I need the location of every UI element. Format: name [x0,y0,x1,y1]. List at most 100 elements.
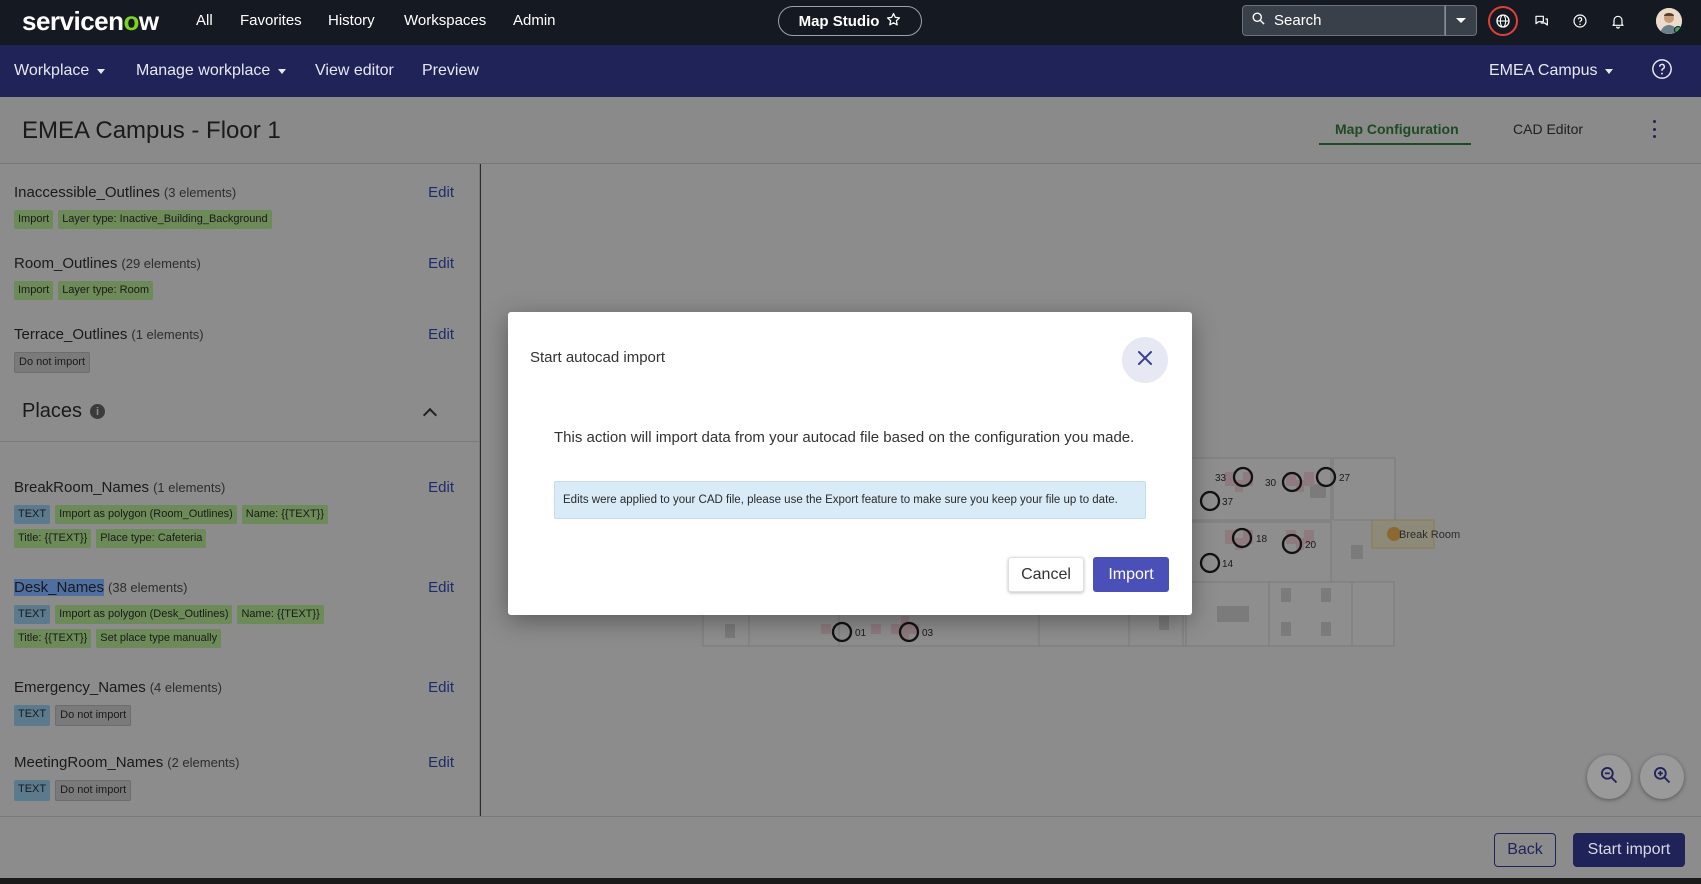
layer-name: Emergency_Names [14,679,146,696]
tag-chip: Import as polygon (Desk_Outlines) [55,605,233,624]
info-icon[interactable]: i [90,404,106,419]
globe-icon[interactable] [1488,6,1518,36]
layer-name: Inaccessible_Outlines [14,184,160,201]
global-search-input[interactable]: Search [1242,5,1445,36]
view-editor-link[interactable]: View editor [315,62,394,80]
caret-down-icon [97,68,106,74]
zoom-out-button[interactable] [1587,755,1631,799]
manage-workplace-menu[interactable]: Manage workplace [136,62,287,80]
edit-link[interactable]: Edit [428,255,454,272]
tag-chip: TEXT [14,505,51,524]
chevron-down-icon [1455,12,1467,30]
desk-label: 27 [1339,473,1351,484]
places-section-header[interactable]: Places i [0,386,479,442]
places-section-title: Places [22,400,83,422]
chevron-up-icon[interactable] [422,407,438,423]
break-room-label: Break Room [1399,529,1460,541]
bell-icon[interactable] [1606,9,1630,33]
campus-selector-label: EMEA Campus [1489,62,1598,79]
help-circle-icon[interactable] [1651,58,1673,80]
desk-label: 18 [1256,534,1268,545]
layer-item: Room_Outlines (29 elements) Edit Import L… [14,255,454,300]
tag-chip: Import as polygon (Room_Outlines) [55,505,237,524]
tab-map-configuration[interactable]: Map Configuration [1335,121,1459,137]
workplace-menu-label: Workplace [14,62,90,79]
workplace-menu[interactable]: Workplace [14,62,106,80]
edit-link[interactable]: Edit [428,579,454,596]
page-header: EMEA Campus - Floor 1 Map Configuration … [0,97,1701,164]
manage-workplace-label: Manage workplace [136,62,271,79]
desk-label: 20 [1305,540,1317,551]
search-scope-dropdown[interactable] [1445,5,1477,36]
chat-icon[interactable] [1530,9,1554,33]
desk-label: 33 [1215,473,1227,484]
layer-configuration-panel: Inaccessible_Outlines (3 elements) Edit I… [0,164,480,816]
tag-chip: Do not import [14,352,91,373]
close-icon [1137,350,1153,371]
edit-link[interactable]: Edit [428,679,454,696]
close-dialog-button[interactable] [1122,337,1168,383]
layer-count: (38 elements) [108,580,188,595]
import-button[interactable]: Import [1093,557,1169,592]
layer-name: BreakRoom_Names [14,479,150,496]
edit-link[interactable]: Edit [428,326,454,343]
campus-selector[interactable]: EMEA Campus [1489,62,1614,80]
search-icon [1251,11,1266,30]
layer-item: Desk_Names (38 elements) Edit TEXT Import… [14,579,454,648]
tag-chip: Layer type: Inactive_Building_Background [58,210,272,229]
layer-count: (1 elements) [153,480,226,495]
layer-name: MeetingRoom_Names [14,754,164,771]
help-icon[interactable] [1568,9,1592,33]
map-studio-pill[interactable]: Map Studio [778,6,922,36]
zoom-in-icon [1652,765,1672,790]
map-studio-label: Map Studio [798,12,880,30]
nav-all[interactable]: All [196,12,213,29]
desk-label: 03 [922,628,934,639]
tab-cad-editor[interactable]: CAD Editor [1513,121,1583,137]
tag-chip: Title: {{TEXT}} [14,629,92,648]
search-placeholder: Search [1274,12,1322,29]
tag-chip: Layer type: Room [58,281,154,300]
star-icon[interactable] [886,12,901,31]
edit-link[interactable]: Edit [428,479,454,496]
preview-link[interactable]: Preview [422,62,479,80]
start-import-button[interactable]: Start import [1573,833,1685,867]
workplace-navigation-bar: Workplace Manage workplace View editor P… [0,45,1701,97]
zoom-in-button[interactable] [1640,755,1684,799]
tag-chip: Do not import [55,705,132,726]
cancel-button[interactable]: Cancel [1008,557,1084,592]
nav-workspaces[interactable]: Workspaces [404,12,486,29]
layer-name: Room_Outlines [14,255,118,272]
dialog-info-note: Edits were applied to your CAD file, ple… [554,481,1146,519]
tag-chip: Name: {{TEXT}} [241,505,329,524]
layer-count: (29 elements) [121,256,201,271]
desk-label: 14 [1222,559,1234,570]
top-navigation-bar: servicenow All Favorites History Workspa… [0,0,1701,45]
servicenow-logo[interactable]: servicenow [22,6,159,37]
dialog-message: This action will import data from your a… [554,429,1135,446]
tag-chip: Do not import [55,780,132,801]
tag-chip: Import [14,210,54,229]
layer-item: BreakRoom_Names (1 elements) Edit TEXT Im… [14,479,454,548]
nav-history[interactable]: History [328,12,375,29]
layer-count: (4 elements) [149,680,222,695]
edit-link[interactable]: Edit [428,754,454,771]
tag-chip: Name: {{TEXT}} [237,605,324,624]
nav-favorites[interactable]: Favorites [240,12,302,29]
page-title: EMEA Campus - Floor 1 [22,117,281,144]
caret-down-icon [1605,68,1614,74]
start-import-dialog: Start autocad import This action will im… [508,312,1192,615]
edit-link[interactable]: Edit [428,184,454,201]
nav-admin[interactable]: Admin [513,12,556,29]
tag-chip: TEXT [14,705,51,726]
more-options-icon[interactable] [1651,120,1657,138]
tag-chip: TEXT [14,605,51,624]
layer-item: Terrace_Outlines (1 elements) Edit Do not… [14,326,454,373]
user-avatar[interactable] [1656,8,1682,34]
layer-item: MeetingRoom_Names (2 elements) Edit TEXT … [14,754,454,801]
tag-chip: Place type: Cafeteria [96,529,207,548]
dialog-title: Start autocad import [530,349,666,366]
layer-name: Terrace_Outlines [14,326,128,343]
layer-item: Inaccessible_Outlines (3 elements) Edit I… [14,184,454,229]
back-button[interactable]: Back [1494,833,1556,867]
